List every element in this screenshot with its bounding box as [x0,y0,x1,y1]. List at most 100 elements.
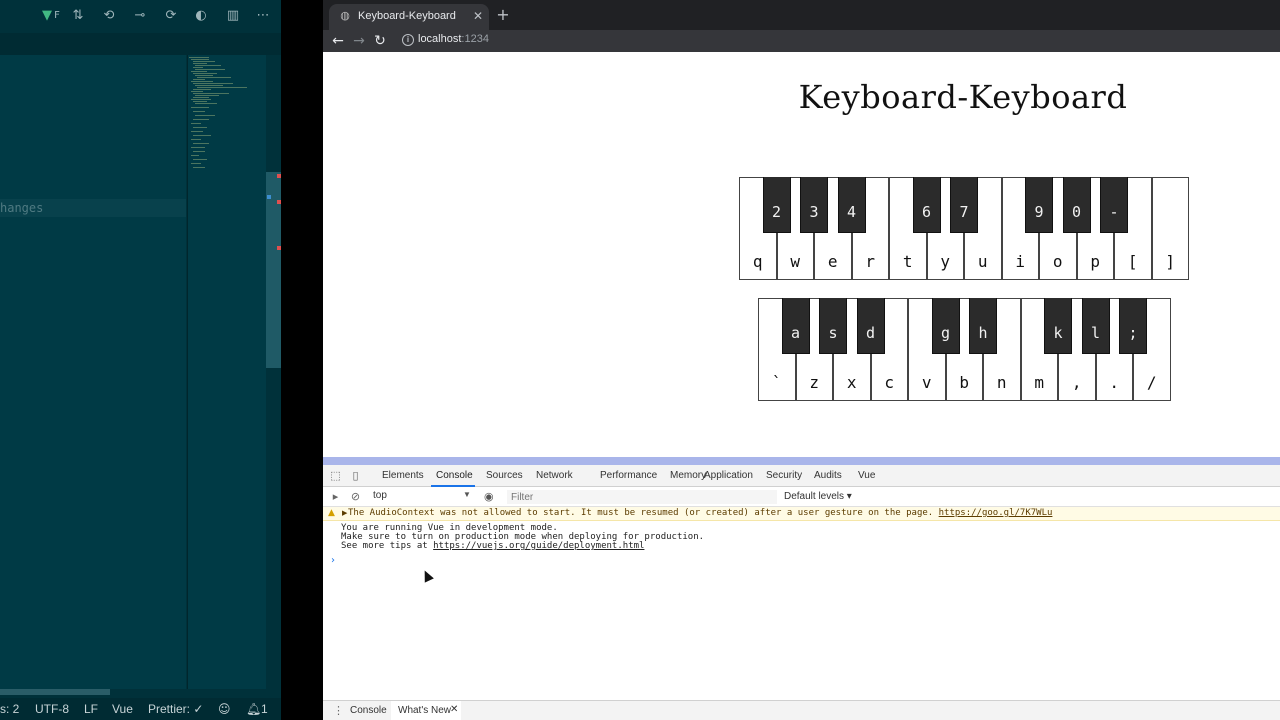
black-key-label: l [1090,324,1101,342]
white-key-label: i [1015,252,1026,271]
white-key-label: . [1109,373,1120,392]
black-key[interactable]: 4 [837,177,866,233]
tab-title: Keyboard-Keyboard [358,10,456,22]
minimap-line [195,85,223,86]
pull-request-icon[interactable]: ⇅ [69,7,87,25]
bell-icon[interactable]: 🔔︎ [246,702,261,716]
devtools-tab-elements[interactable]: Elements [382,470,424,481]
editor-panel[interactable]: hanges [0,55,186,689]
devtools-panel: ⬚ ▯ Elements Console Sources Network Perform… [323,465,1280,720]
black-key[interactable]: 7 [950,177,978,233]
devtools-tab-application[interactable]: Application [704,470,753,481]
minimap-line [195,103,217,104]
status-language[interactable]: Vue [112,702,133,716]
devtools-tab-audits[interactable]: Audits [814,470,842,481]
white-key-label: r [865,252,876,271]
commit-icon[interactable]: ⊸ [131,7,149,25]
black-key[interactable]: 9 [1025,177,1053,233]
black-key-label: 4 [846,203,857,221]
info-icon[interactable]: i [402,34,414,46]
black-key[interactable]: 0 [1062,177,1091,233]
filter-input[interactable] [507,490,777,504]
compare-icon[interactable]: ◐ [192,7,210,25]
minimap-line [193,127,207,128]
clear-console-icon[interactable]: ⊘ [349,490,362,503]
devtools-tab-memory[interactable]: Memory [670,470,706,481]
black-key[interactable]: ; [1119,298,1147,354]
devtools-tab-console[interactable]: Console [436,470,473,481]
status-encoding[interactable]: UTF-8 [35,702,69,716]
status-eol[interactable]: LF [84,702,98,716]
devtools-divider[interactable] [323,457,1280,465]
deployment-link[interactable]: https://vuejs.org/guide/deployment.html [433,541,644,551]
log-line-3: See more tips at https://vuejs.org/guide… [341,541,644,551]
devtools-tab-sources[interactable]: Sources [486,470,523,481]
white-key-label: , [1071,373,1082,392]
horizontal-scrollbar[interactable] [0,689,110,695]
minimap-line [193,79,205,80]
device-toolbar-icon[interactable]: ▯ [349,469,362,482]
black-key[interactable]: s [819,298,847,354]
devtools-tab-performance[interactable]: Performance [600,470,657,481]
devtools-tab-network[interactable]: Network [536,470,573,481]
sidebar-toggle-icon[interactable]: ▸ [329,490,342,503]
warning-link[interactable]: https://goo.gl/7K7WLu [939,508,1053,518]
black-key[interactable]: g [931,298,960,354]
forward-button[interactable]: → [350,32,368,50]
black-key[interactable]: 2 [762,177,791,233]
minimap[interactable] [187,55,266,689]
minimap-line [193,101,207,102]
new-tab-button[interactable]: + [495,7,511,23]
black-key[interactable]: l [1081,298,1110,354]
white-key[interactable]: ] [1151,177,1189,280]
close-icon[interactable]: ✕ [471,9,485,23]
drawer-tab-whatsnew[interactable]: What's New [398,705,451,716]
address-bar[interactable]: localhost:1234 [418,33,489,45]
timeline-back-icon[interactable]: ⟲ [100,7,118,25]
minimap-line [195,69,225,70]
timeline-forward-icon[interactable]: ⟳ [162,7,180,25]
black-key-label: ; [1128,324,1138,342]
white-key-label: ] [1165,252,1176,271]
eye-icon[interactable]: ◉ [484,490,494,503]
black-key[interactable]: 6 [912,177,941,233]
drawer-tab-console[interactable]: Console [350,705,387,716]
white-key-label: / [1146,373,1157,392]
black-key[interactable]: d [856,298,885,354]
status-formatter[interactable]: Prettier: ✓ [148,702,203,716]
black-key-label: h [978,324,988,342]
more-actions-icon[interactable]: ⋯ [254,7,272,25]
black-key[interactable]: - [1100,177,1128,233]
editor-scrollbar[interactable] [266,55,281,689]
console-prompt[interactable]: › [331,555,335,566]
white-key-label: z [809,373,820,392]
black-key[interactable]: a [781,298,810,354]
log-line-3-prefix: See more tips at [341,541,428,551]
close-icon[interactable]: ✕ [450,704,458,715]
white-key-label: t [902,252,913,271]
drawer-menu-icon[interactable]: ⋮ [333,704,344,717]
split-editor-icon[interactable]: ▥ [224,7,242,25]
back-button[interactable]: ← [329,32,347,50]
status-spaces[interactable]: s: 2 [0,702,19,716]
black-key[interactable]: k [1044,298,1072,354]
minimap-line [193,143,209,144]
black-key[interactable]: h [969,298,997,354]
minimap-line [191,139,201,140]
minimap-line [191,99,211,100]
minimap-line [195,75,213,76]
page-content: Keyboard-Keyboard q w e r t y u i o p [] 2 3 4 6 7 9 0 - `… [323,52,1280,457]
address-port: :1234 [461,33,489,45]
inspect-icon[interactable]: ⬚ [329,469,342,482]
log-levels-select[interactable]: Default levels ▾ [784,491,852,502]
reload-button[interactable]: ↻ [371,32,389,50]
minimap-line [197,77,231,78]
devtools-tab-vue[interactable]: Vue [858,470,875,481]
changes-row[interactable]: hanges [0,199,186,217]
context-select[interactable]: top [373,490,473,503]
black-key[interactable]: 3 [800,177,828,233]
expand-arrow-icon[interactable]: ▶ [342,509,347,517]
devtools-tab-security[interactable]: Security [766,470,802,481]
feedback-icon[interactable]: ☺ [218,702,231,716]
browser-tab[interactable]: ◍ Keyboard-Keyboard ✕ [329,4,489,30]
